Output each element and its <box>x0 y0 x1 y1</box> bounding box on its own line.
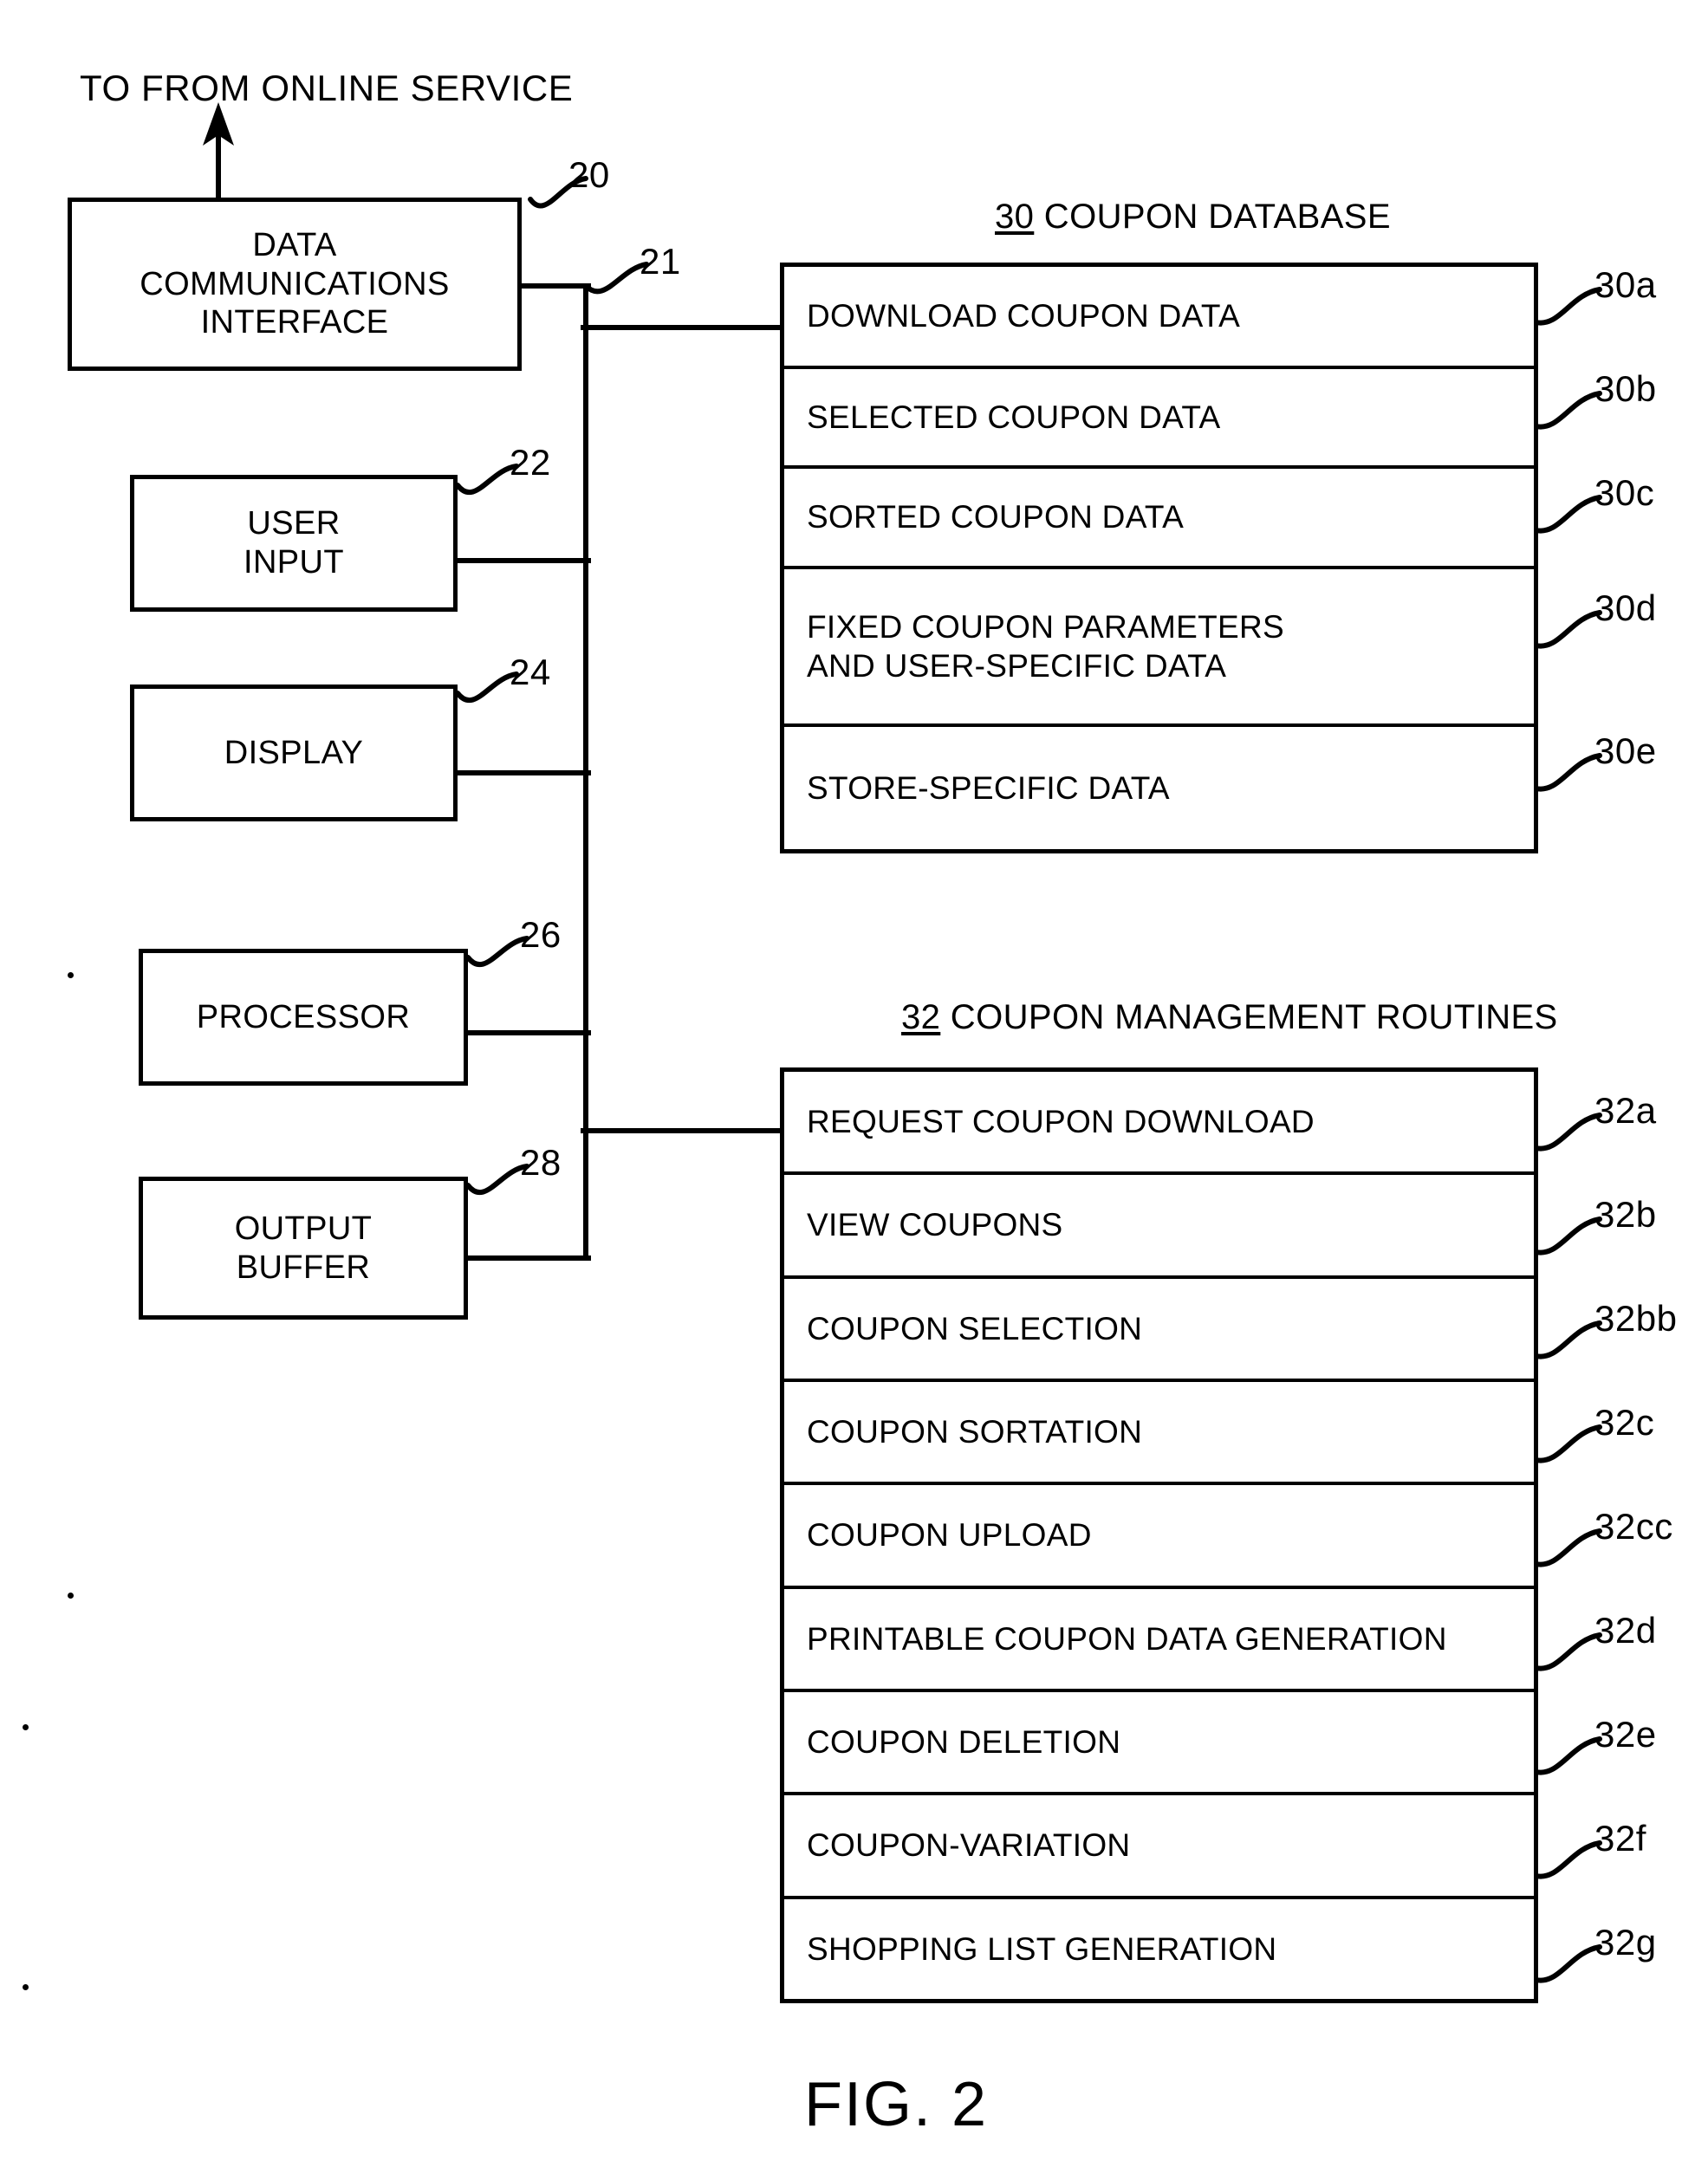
coupon-management-routines-header-text: COUPON MANAGEMENT ROUTINES <box>940 998 1558 1036</box>
coupon-database-row[interactable]: DOWNLOAD COUPON DATA <box>784 267 1534 370</box>
reference-numeral-32e: 32e <box>1594 1714 1657 1755</box>
coupon-management-routines-header: 32 COUPON MANAGEMENT ROUTINES <box>901 998 1558 1037</box>
block-data-communications-interface[interactable]: DATA COMMUNICATIONS INTERFACE <box>68 198 522 371</box>
reference-numeral-32cc: 32cc <box>1594 1506 1673 1547</box>
margin-dot <box>23 1724 29 1730</box>
coupon-database-row[interactable]: STORE-SPECIFIC DATA <box>784 727 1534 849</box>
margin-dot <box>68 1593 74 1599</box>
coupon-database-header-text: COUPON DATABASE <box>1034 198 1391 236</box>
patent-figure-2: TO FROM ONLINE SERVICE DATA COMMUNICATIO… <box>0 0 1708 2180</box>
reference-numeral-32d: 32d <box>1594 1610 1657 1651</box>
coupon-routine-row[interactable]: VIEW COUPONS <box>784 1175 1534 1279</box>
coupon-routine-row[interactable]: SHOPPING LIST GENERATION <box>784 1899 1534 1999</box>
reference-numeral-30a: 30a <box>1594 264 1657 305</box>
coupon-routine-row[interactable]: COUPON SORTATION <box>784 1382 1534 1486</box>
coupon-database-header: 30 COUPON DATABASE <box>995 198 1391 237</box>
block-label: DATA COMMUNICATIONS INTERFACE <box>140 226 450 341</box>
reference-numeral-32bb: 32bb <box>1594 1298 1678 1339</box>
reference-numeral-28: 28 <box>520 1142 562 1183</box>
coupon-database-header-number: 30 <box>995 198 1035 236</box>
block-display[interactable]: DISPLAY <box>130 684 458 821</box>
block-output-buffer[interactable]: OUTPUT BUFFER <box>139 1177 468 1320</box>
coupon-database-row[interactable]: SORTED COUPON DATA <box>784 469 1534 569</box>
reference-numeral-32g: 32g <box>1594 1922 1657 1963</box>
margin-dot <box>23 1984 29 1990</box>
coupon-database-row[interactable]: SELECTED COUPON DATA <box>784 369 1534 470</box>
coupon-routine-row[interactable]: COUPON SELECTION <box>784 1279 1534 1382</box>
reference-numeral-20: 20 <box>568 154 610 195</box>
margin-dot <box>68 972 74 978</box>
coupon-database-row[interactable]: FIXED COUPON PARAMETERS AND USER-SPECIFI… <box>784 569 1534 727</box>
coupon-routine-row[interactable]: COUPON UPLOAD <box>784 1485 1534 1589</box>
online-service-annotation: TO FROM ONLINE SERVICE <box>80 68 574 108</box>
block-processor[interactable]: PROCESSOR <box>139 949 468 1086</box>
block-label: DISPLAY <box>224 734 364 771</box>
coupon-database-box: DOWNLOAD COUPON DATA SELECTED COUPON DAT… <box>780 263 1538 853</box>
reference-numeral-26: 26 <box>520 914 562 955</box>
block-label: OUTPUT BUFFER <box>234 1210 373 1286</box>
reference-numeral-30b: 30b <box>1594 368 1657 409</box>
reference-numeral-32b: 32b <box>1594 1194 1657 1235</box>
reference-numeral-32f: 32f <box>1594 1818 1646 1859</box>
reference-numeral-32c: 32c <box>1594 1402 1655 1443</box>
reference-numeral-21: 21 <box>640 241 681 282</box>
coupon-routine-row[interactable]: PRINTABLE COUPON DATA GENERATION <box>784 1589 1534 1692</box>
coupon-routine-row[interactable]: COUPON-VARIATION <box>784 1795 1534 1899</box>
coupon-routine-row[interactable]: REQUEST COUPON DOWNLOAD <box>784 1072 1534 1176</box>
block-label: PROCESSOR <box>196 998 411 1035</box>
reference-numeral-30c: 30c <box>1594 472 1655 513</box>
reference-numeral-30d: 30d <box>1594 587 1657 628</box>
block-user-input[interactable]: USER INPUT <box>130 475 458 612</box>
coupon-management-routines-header-number: 32 <box>901 998 941 1036</box>
reference-numeral-30e: 30e <box>1594 730 1657 771</box>
reference-numeral-22: 22 <box>510 442 551 483</box>
coupon-management-routines-box: REQUEST COUPON DOWNLOAD VIEW COUPONS COU… <box>780 1067 1538 2003</box>
reference-numeral-32a: 32a <box>1594 1090 1657 1131</box>
block-label: USER INPUT <box>244 505 344 581</box>
figure-caption: FIG. 2 <box>804 2070 989 2139</box>
reference-numeral-24: 24 <box>510 652 551 692</box>
coupon-routine-row[interactable]: COUPON DELETION <box>784 1692 1534 1796</box>
